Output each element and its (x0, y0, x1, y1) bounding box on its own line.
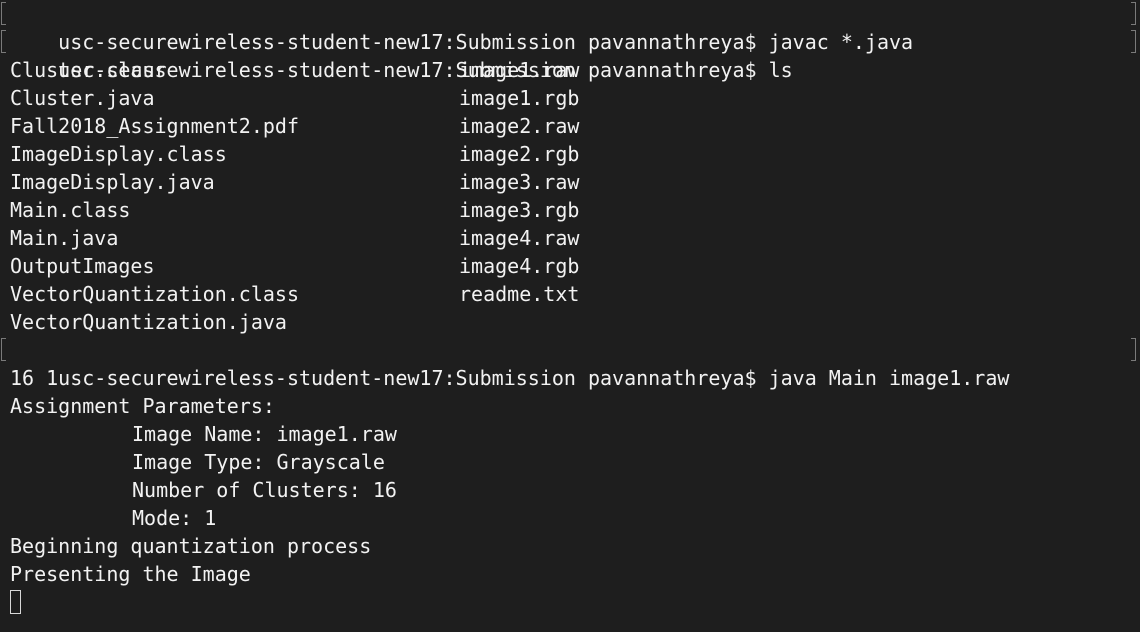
listing-row: Main.class image3.rgb (0, 196, 1140, 224)
command-mark-right (1131, 30, 1136, 53)
param-line: Number of Clusters: 16 (132, 478, 397, 502)
file-entry: readme.txt (459, 282, 580, 306)
param-line: Image Name: image1.raw (132, 422, 397, 446)
output-line: Number of Clusters: 16 (0, 476, 1140, 504)
terminal-window[interactable]: usc-securewireless-student-new17:Submiss… (0, 0, 1140, 632)
file-entry: image2.rgb (459, 142, 580, 166)
file-entry: ImageDisplay.java (10, 170, 215, 194)
file-entry: image3.rgb (459, 198, 580, 222)
text-cursor[interactable] (10, 590, 21, 614)
file-entry: image4.rgb (459, 254, 580, 278)
file-entry: VectorQuantization.java (10, 310, 287, 334)
file-entry: Cluster.class (10, 58, 167, 82)
param-line: Mode: 1 (132, 506, 217, 530)
listing-row: VectorQuantization.class readme.txt (0, 280, 1140, 308)
cursor-line[interactable] (0, 588, 1140, 616)
listing-row: Cluster.class image1.raw (0, 56, 1140, 84)
listing-row: VectorQuantization.java (0, 308, 1140, 336)
command-line: usc-securewireless-student-new17:Submiss… (0, 28, 1140, 82)
command-line: usc-securewireless-student-new17:Submiss… (0, 336, 1140, 390)
file-entry: image4.raw (459, 226, 580, 250)
listing-row: Fall2018_Assignment2.pdf image2.raw (0, 112, 1140, 140)
file-entry: image1.rgb (459, 86, 580, 110)
file-entry: image2.raw (459, 114, 580, 138)
listing-row: OutputImages image4.rgb (0, 252, 1140, 280)
command-mark-left (1, 338, 6, 361)
output-line: Assignment Parameters: (10, 394, 275, 418)
file-entry: OutputImages (10, 254, 155, 278)
listing-row: Cluster.java image1.rgb (0, 84, 1140, 112)
file-entry: image1.raw (459, 58, 580, 82)
command-line: usc-securewireless-student-new17:Submiss… (0, 0, 1140, 54)
listing-row: ImageDisplay.java image3.raw (0, 168, 1140, 196)
output-line: Image Name: image1.raw (0, 420, 1140, 448)
file-entry: ImageDisplay.class (10, 142, 227, 166)
output-line: Image Type: Grayscale (0, 448, 1140, 476)
command-mark-right (1131, 2, 1136, 25)
file-entry: image3.raw (459, 170, 580, 194)
output-line: Presenting the Image (10, 562, 251, 586)
file-entry: Main.java (10, 226, 119, 250)
command-mark-left (1, 2, 6, 25)
listing-row: ImageDisplay.class image2.rgb (0, 140, 1140, 168)
listing-row: Main.java image4.raw (0, 224, 1140, 252)
command-mark-left (1, 30, 6, 53)
file-entry: Fall2018_Assignment2.pdf (10, 114, 299, 138)
file-entry: VectorQuantization.class (10, 282, 299, 306)
output-line: 16 1 (10, 366, 59, 390)
output-line: Mode: 1 (0, 504, 1140, 532)
file-entry: Cluster.java (10, 86, 155, 110)
param-line: Image Type: Grayscale (132, 450, 385, 474)
file-entry: Main.class (10, 198, 131, 222)
command-mark-right (1131, 338, 1136, 361)
output-line: Beginning quantization process (10, 534, 372, 558)
